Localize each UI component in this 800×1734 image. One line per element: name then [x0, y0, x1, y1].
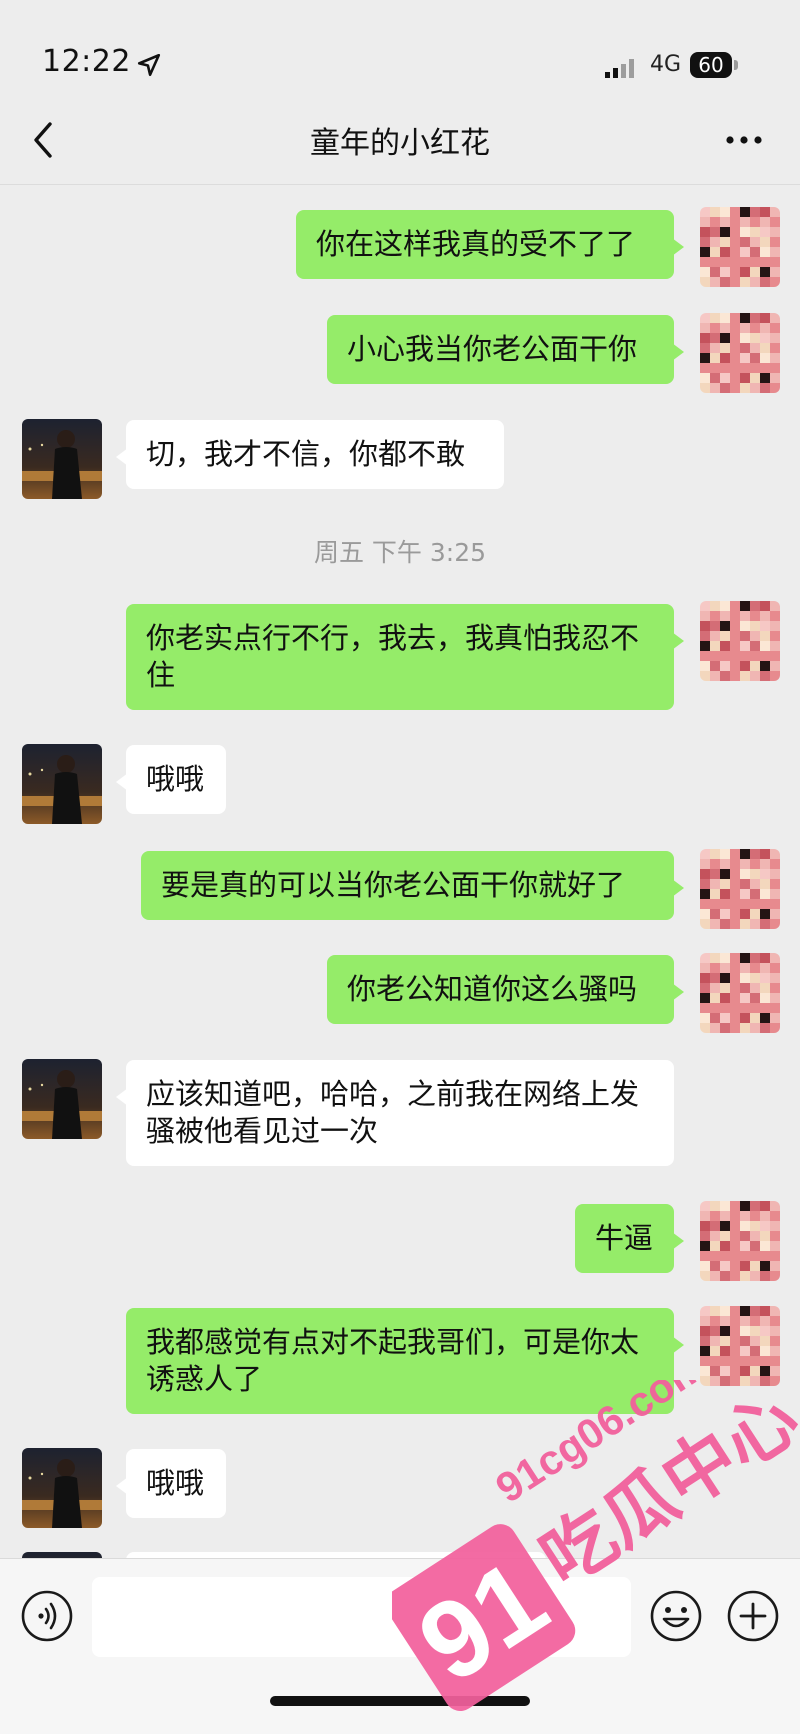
message-input[interactable] [92, 1577, 631, 1657]
home-indicator [270, 1696, 530, 1706]
message-bubble-sent[interactable]: 你在这样我真的受不了了 [296, 210, 684, 279]
my-avatar[interactable] [700, 849, 780, 929]
contact-avatar[interactable] [22, 1059, 102, 1139]
my-avatar[interactable] [700, 1306, 780, 1386]
emoji-icon[interactable] [649, 1589, 703, 1643]
message-bubble-sent[interactable]: 牛逼 [575, 1204, 684, 1273]
my-avatar[interactable] [700, 601, 780, 681]
message-bubble-sent[interactable]: 小心我当你老公面干你 [327, 315, 684, 384]
my-avatar[interactable] [700, 207, 780, 287]
photo-avatar-image [22, 1059, 102, 1139]
location-arrow-icon [137, 53, 161, 77]
my-avatar[interactable] [700, 313, 780, 393]
status-time: 12:22 [42, 44, 131, 79]
contact-avatar[interactable] [22, 419, 102, 499]
nav-bar: 童年的小红花 [0, 100, 800, 185]
message-bubble-received[interactable]: 哦哦 [116, 745, 226, 814]
battery-icon: 60 [690, 52, 742, 82]
network-label: 4G [650, 52, 682, 77]
pixel-avatar-image [700, 601, 780, 681]
my-avatar[interactable] [700, 1201, 780, 1281]
photo-avatar-image [22, 419, 102, 499]
contact-avatar[interactable] [22, 1448, 102, 1528]
message-bubble-sent[interactable]: 我都感觉有点对不起我哥们，可是你太诱惑人了 [126, 1308, 684, 1414]
more-dots-icon[interactable] [724, 130, 764, 150]
message-bubble-sent[interactable]: 你老实点行不行，我去，我真怕我忍不住 [126, 604, 684, 710]
pixel-avatar-image [700, 313, 780, 393]
contact-avatar[interactable] [22, 744, 102, 824]
input-bar [0, 1558, 800, 1734]
pixel-avatar-image [700, 1201, 780, 1281]
message-bubble-sent[interactable]: 你老公知道你这么骚吗 [327, 955, 684, 1024]
battery-level: 60 [690, 52, 732, 78]
photo-avatar-image [22, 1448, 102, 1528]
battery-cap [734, 60, 738, 70]
message-bubble-sent[interactable]: 要是真的可以当你老公面干你就好了 [141, 851, 684, 920]
pixel-avatar-image [700, 1306, 780, 1386]
pixel-avatar-image [700, 849, 780, 929]
message-bubble-received[interactable]: 哦哦 [116, 1449, 226, 1518]
chat-timestamp: 周五 下午 3:25 [313, 538, 487, 567]
photo-avatar-image [22, 744, 102, 824]
chat-title: 童年的小红花 [310, 126, 490, 161]
pixel-avatar-image [700, 953, 780, 1033]
message-bubble-received[interactable]: 应该知道吧，哈哈，之前我在网络上发骚被他看见过一次 [116, 1060, 674, 1166]
my-avatar[interactable] [700, 953, 780, 1033]
voice-icon[interactable] [20, 1589, 74, 1643]
signal-icon [605, 59, 634, 78]
message-bubble-received[interactable]: 切，我才不信，你都不敢 [116, 420, 504, 489]
pixel-avatar-image [700, 207, 780, 287]
plus-icon[interactable] [726, 1589, 780, 1643]
